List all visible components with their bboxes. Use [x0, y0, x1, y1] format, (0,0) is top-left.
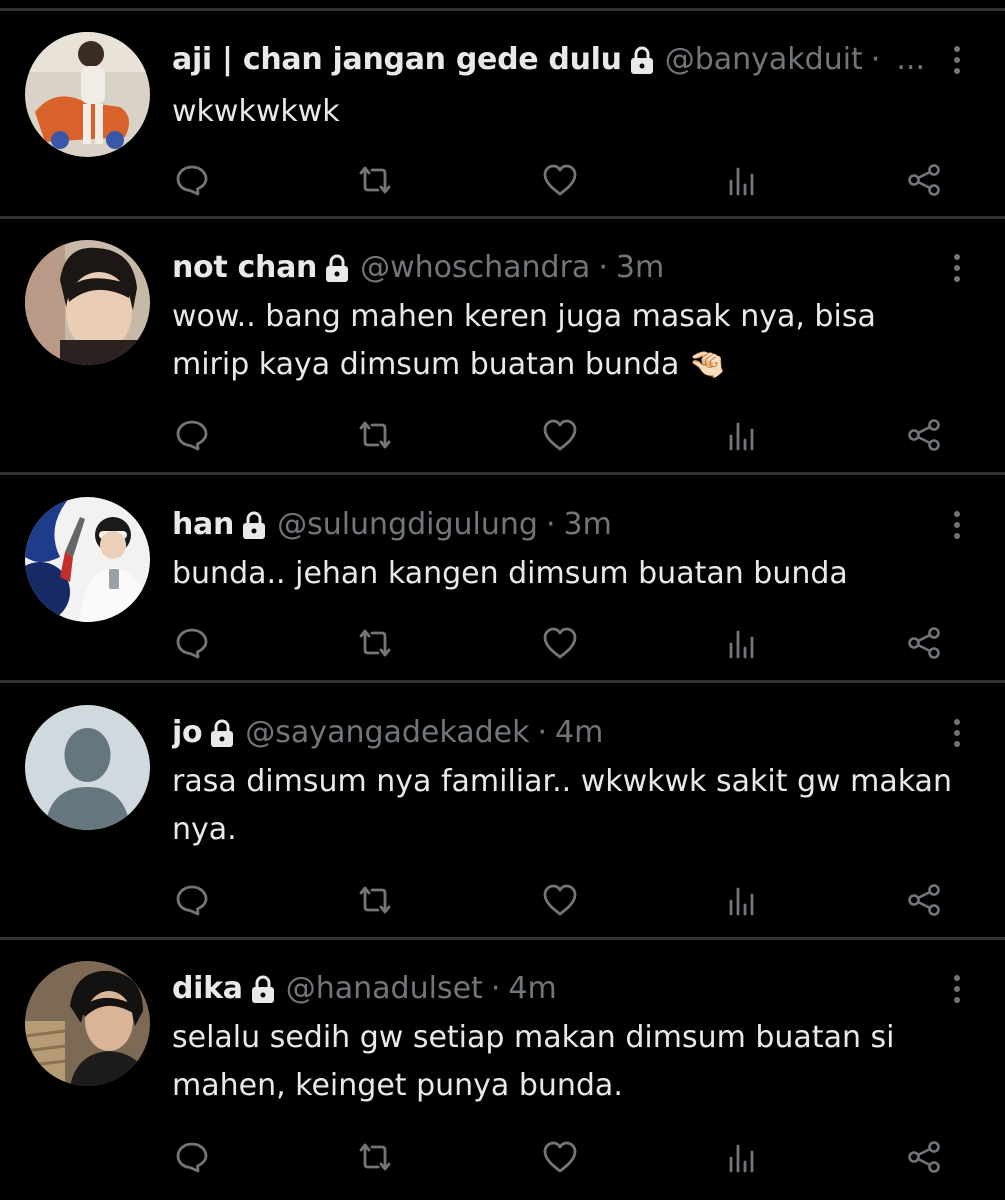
action-bar	[0, 880, 1005, 920]
like-icon[interactable]	[540, 160, 580, 200]
more-options-icon[interactable]	[947, 507, 967, 543]
views-icon[interactable]	[722, 880, 762, 920]
avatar[interactable]	[25, 961, 150, 1086]
display-name[interactable]: han	[172, 505, 234, 545]
action-bar	[0, 1137, 1005, 1177]
share-icon[interactable]	[905, 623, 945, 663]
timestamp[interactable]: 4m	[555, 713, 603, 753]
reply-icon[interactable]	[172, 623, 212, 663]
avatar[interactable]	[25, 240, 150, 365]
truncation-ellipsis: ...	[896, 42, 925, 77]
retweet-icon[interactable]	[355, 880, 395, 920]
share-icon[interactable]	[905, 1137, 945, 1177]
handle[interactable]: @sayangadekadek	[245, 713, 529, 753]
handle[interactable]: @sulungdigulung	[277, 505, 538, 545]
like-icon[interactable]	[540, 1137, 580, 1177]
avatar[interactable]	[25, 497, 150, 622]
retweet-icon[interactable]	[355, 160, 395, 200]
lock-icon	[324, 254, 350, 282]
like-icon[interactable]	[540, 415, 580, 455]
more-options-icon[interactable]	[947, 971, 967, 1007]
views-icon[interactable]	[722, 160, 762, 200]
retweet-icon[interactable]	[355, 623, 395, 663]
divider	[0, 472, 1005, 475]
more-options-icon[interactable]	[947, 42, 967, 78]
share-icon[interactable]	[905, 160, 945, 200]
handle[interactable]: @banyakduit	[665, 40, 863, 80]
display-name[interactable]: jo	[172, 713, 203, 753]
timestamp[interactable]: 3m	[616, 248, 664, 288]
handle[interactable]: @whoschandra	[360, 248, 590, 288]
divider	[0, 8, 1005, 11]
tweet-header: jo @sayangadekadek · 4m	[172, 713, 930, 753]
timestamp[interactable]: 4m	[508, 969, 556, 1009]
share-icon[interactable]	[905, 880, 945, 920]
separator-dot: ·	[545, 507, 556, 542]
lock-icon	[241, 511, 267, 539]
tweet-text: selalu sedih gw setiap makan dimsum buat…	[172, 1020, 905, 1103]
separator-dot: ·	[870, 42, 881, 77]
lock-icon	[629, 46, 655, 74]
tweet-text: wow.. bang mahen keren juga masak nya, b…	[172, 299, 886, 382]
separator-dot: ·	[598, 250, 608, 285]
share-icon[interactable]	[905, 415, 945, 455]
action-bar	[0, 415, 1005, 455]
separator-dot: ·	[537, 715, 548, 750]
reply-icon[interactable]	[172, 880, 212, 920]
tweet-text: rasa dimsum nya familiar.. wkwkwk sakit …	[172, 764, 962, 847]
reply-feed: aji | chan jangan gede dulu @banyakduit …	[0, 0, 1005, 1200]
avatar[interactable]	[25, 32, 150, 157]
tweet-header: aji | chan jangan gede dulu @banyakduit …	[172, 40, 930, 80]
tweet-header: not chan @whoschandra · 3m	[172, 248, 930, 288]
tweet-header: dika @hanadulset · 4m	[172, 969, 930, 1009]
reply-icon[interactable]	[172, 415, 212, 455]
display-name[interactable]: not chan	[172, 248, 317, 288]
lock-icon	[209, 719, 235, 747]
divider	[0, 216, 1005, 219]
views-icon[interactable]	[722, 415, 762, 455]
like-icon[interactable]	[540, 880, 580, 920]
action-bar	[0, 160, 1005, 200]
tweet-text: wkwkwkwk	[172, 94, 340, 129]
action-bar	[0, 623, 1005, 663]
views-icon[interactable]	[722, 1137, 762, 1177]
retweet-icon[interactable]	[355, 415, 395, 455]
reply-icon[interactable]	[172, 1137, 212, 1177]
more-options-icon[interactable]	[947, 250, 967, 286]
like-icon[interactable]	[540, 623, 580, 663]
reply-icon[interactable]	[172, 160, 212, 200]
separator-dot: ·	[490, 971, 501, 1006]
divider	[0, 680, 1005, 683]
display-name[interactable]: aji | chan jangan gede dulu	[172, 40, 622, 80]
divider	[0, 937, 1005, 940]
display-name[interactable]: dika	[172, 969, 243, 1009]
tweet-text: bunda.. jehan kangen dimsum buatan bunda	[172, 556, 848, 591]
tweet-header: han @sulungdigulung · 3m	[172, 505, 930, 545]
retweet-icon[interactable]	[355, 1137, 395, 1177]
views-icon[interactable]	[722, 623, 762, 663]
lock-icon	[250, 975, 276, 1003]
more-options-icon[interactable]	[947, 715, 967, 751]
timestamp[interactable]: 3m	[564, 505, 612, 545]
avatar[interactable]	[25, 705, 150, 830]
handle[interactable]: @hanadulset	[286, 969, 483, 1009]
